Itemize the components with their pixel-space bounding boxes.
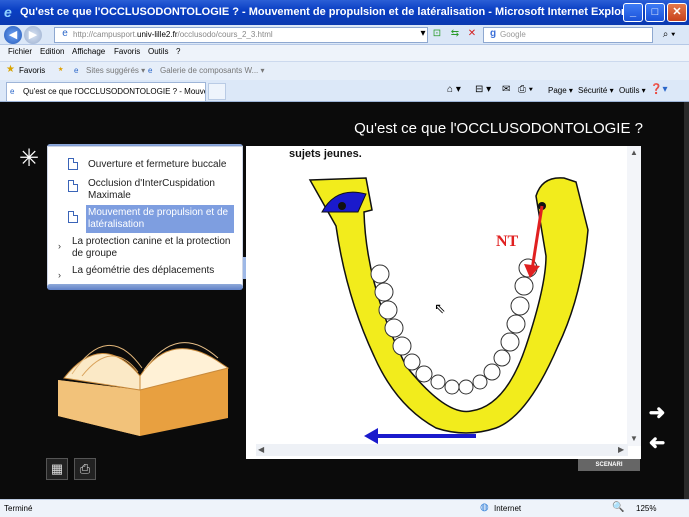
page-icon: e <box>62 28 68 39</box>
mandible-diagram: NT <box>308 177 589 444</box>
address-path: /occlusodo/cours_2_3.html <box>177 30 273 39</box>
favorites-bar: ★ Favoris ⭑ e Sites suggérés ▾ e Galerie… <box>0 61 689 80</box>
book-illustration <box>58 342 230 436</box>
document-icon <box>68 180 78 192</box>
ie-page-icon: e <box>74 66 79 75</box>
nav-item-mouvement-selected[interactable]: Mouvement de propulsion et de latéralisa… <box>86 205 234 233</box>
dropdown-icon[interactable]: ▾ <box>416 28 430 39</box>
tab-label: Qu'est ce que l'OCCLUSODONTOLOGIE ? - Mo… <box>23 87 206 96</box>
maximize-button[interactable]: □ <box>645 3 665 22</box>
fav-webslice-gallery[interactable]: Galerie de composants W... ▾ <box>160 66 265 75</box>
next-page-arrow-icon[interactable]: ➜ <box>646 402 668 424</box>
status-text: Terminé <box>4 504 33 513</box>
menu-bar: Fichier Edition Affichage Favoris Outils… <box>0 45 689 61</box>
content-text: sujets jeunes. <box>289 148 362 160</box>
menu-favoris[interactable]: Favoris <box>114 47 140 56</box>
zoom-icon[interactable]: 🔍 <box>612 502 624 513</box>
fav-suggested-sites[interactable]: Sites suggérés ▾ <box>86 66 145 75</box>
window-titlebar: e Qu'est ce que l'OCCLUSODONTOLOGIE ? - … <box>0 0 689 25</box>
star-icon: ★ <box>6 64 15 75</box>
home-tool-icon[interactable]: ▦ <box>46 458 68 480</box>
add-favorite-icon[interactable]: ⭑ <box>58 64 63 75</box>
forward-button[interactable]: ▶ <box>24 26 42 44</box>
scroll-left-arrow-icon[interactable]: ◀ <box>258 445 264 454</box>
refresh-icon[interactable]: ⇆ <box>448 28 462 39</box>
nt-label: NT <box>496 233 519 250</box>
chevron-right-icon: › <box>58 270 61 280</box>
address-prefix: http://campusport. <box>73 30 138 39</box>
feeds-icon[interactable]: ⊟ ▾ <box>475 84 491 95</box>
back-button[interactable]: ◀ <box>4 26 22 44</box>
stop-icon[interactable]: ✕ <box>465 28 479 39</box>
minimize-button[interactable]: _ <box>623 3 643 22</box>
nav-item-geometrie[interactable]: La géométrie des déplacements <box>72 265 238 277</box>
page-content: Qu'est ce que l'OCCLUSODONTOLOGIE ? ✳ Ou… <box>0 102 689 499</box>
ie-logo-icon: e <box>4 4 12 20</box>
mouse-cursor-icon: ⇖ <box>434 300 446 316</box>
help-icon[interactable]: ❓▾ <box>650 84 667 95</box>
tab-current[interactable]: e Qu'est ce que l'OCCLUSODONTOLOGIE ? - … <box>6 82 206 101</box>
new-tab-button[interactable] <box>208 83 226 100</box>
document-icon <box>68 211 78 223</box>
search-input[interactable]: Google <box>483 27 653 43</box>
home-icon[interactable]: ⌂ ▾ <box>447 84 461 95</box>
course-title: Qu'est ce que l'OCCLUSODONTOLOGIE ? <box>354 120 643 137</box>
window-title: Qu'est ce que l'OCCLUSODONTOLOGIE ? - Mo… <box>20 6 636 18</box>
chevron-right-icon: › <box>58 241 61 251</box>
print-tool-icon[interactable]: ⎙ <box>74 458 96 480</box>
zoom-level[interactable]: 125% <box>636 504 656 513</box>
tools-menu[interactable]: Outils ▾ <box>619 86 646 95</box>
search-button[interactable]: ⌕ ▾ <box>655 27 683 43</box>
scroll-down-arrow-icon[interactable]: ▼ <box>630 434 638 443</box>
google-icon: g <box>489 28 497 39</box>
globe-icon: ◍ <box>480 502 489 513</box>
nav-scroll-down[interactable] <box>47 284 243 290</box>
mail-icon[interactable]: ✉ <box>502 84 510 95</box>
nav-item-occlusion[interactable]: Occlusion d'InterCuspidation Maximale <box>88 178 238 202</box>
scenari-logo: SCENARI <box>578 459 640 471</box>
horizontal-scrollbar[interactable]: ◀ ▶ <box>256 444 628 456</box>
status-bar: Terminé ◍ Internet 🔍 125% <box>0 499 689 517</box>
document-icon <box>68 158 78 170</box>
menu-edition[interactable]: Edition <box>40 47 64 56</box>
favorites-button[interactable]: Favoris <box>19 66 45 75</box>
print-icon[interactable]: ⎙ ▾ <box>518 84 533 95</box>
address-bar: ◀ ▶ http://campusport.univ-lille2.fr/occ… <box>0 25 689 45</box>
compat-icon[interactable]: ⊡ <box>430 28 444 39</box>
previous-page-arrow-icon[interactable]: ➜ <box>646 432 668 454</box>
logo-star-icon: ✳ <box>18 145 40 172</box>
scroll-up-arrow-icon[interactable]: ▲ <box>630 148 638 157</box>
vertical-scrollbar[interactable]: ▲ ▼ <box>627 146 641 446</box>
menu-outils[interactable]: Outils <box>148 47 168 56</box>
menu-fichier[interactable]: Fichier <box>8 47 32 56</box>
address-input[interactable]: http://campusport.univ-lille2.fr/occluso… <box>54 27 428 43</box>
menu-help[interactable]: ? <box>176 47 180 56</box>
close-button[interactable]: ✕ <box>667 3 687 22</box>
outline-panel: Ouverture et fermeture buccale Occlusion… <box>47 146 243 288</box>
zone-label: Internet <box>494 504 522 513</box>
scroll-right-arrow-icon[interactable]: ▶ <box>618 445 624 454</box>
tab-bar: e Qu'est ce que l'OCCLUSODONTOLOGIE ? - … <box>0 80 689 102</box>
page-menu[interactable]: Page ▾ <box>548 86 573 95</box>
nav-item-ouverture[interactable]: Ouverture et fermeture buccale <box>88 159 238 171</box>
address-domain: univ-lille2.fr <box>137 30 178 39</box>
security-menu[interactable]: Sécurité ▾ <box>578 86 614 95</box>
right-edge <box>684 102 689 499</box>
tab-ie-icon: e <box>10 87 15 96</box>
nav-item-protection[interactable]: La protection canine et la protection de… <box>72 236 238 260</box>
ie-page-icon-2: e <box>148 66 153 75</box>
menu-affichage[interactable]: Affichage <box>72 47 105 56</box>
content-panel: sujets jeunes. NT ⇖ <box>246 146 641 459</box>
